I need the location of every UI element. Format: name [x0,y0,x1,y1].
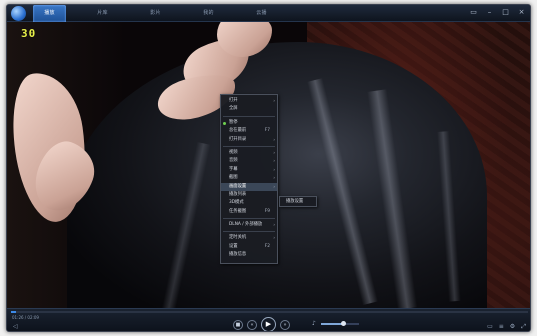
chevron-right-icon: › [273,98,275,103]
menu-item-label: 打开 [229,98,238,103]
settings-icon[interactable]: ⚙ [510,323,515,331]
menu-item-pause[interactable]: 暂停 [221,119,277,127]
menu-item-label: 全屏 [229,106,238,112]
next-button[interactable]: » [280,319,290,330]
tab-mine[interactable]: 我的 [192,5,225,22]
menu-item-label: 打开目录 [229,136,247,142]
menu-item-timed-shutdown[interactable]: 定时关机 › [221,234,277,242]
minimize-icon[interactable]: – [485,8,494,17]
right-controls: ▭ ≡ ⚙ ⤢ [487,323,526,331]
menu-shortcut: F9 [264,208,270,214]
menu-item-label: 暂停 [229,119,238,125]
menu-item-subtitle[interactable]: 字幕 › [221,166,277,174]
player-controls: 01:26 / 02:09 ◁ ■ « ▶ » ♪ ▭ ≡ ⚙ ⤢ [7,308,530,331]
menu-item-label: 画面设置 [229,183,247,189]
menu-item-label: 任务截图 [229,208,247,214]
chevron-right-icon: › [273,235,275,241]
chevron-right-icon: › [273,175,275,181]
menu-item-label: 总在最前 [229,128,247,134]
menu-separator [223,145,275,147]
collapse-icon[interactable]: ◁ [13,323,18,330]
menu-item-label: 播放列表 [229,191,247,197]
volume-slider[interactable] [321,321,359,326]
play-button[interactable]: ▶ [261,317,276,331]
chevron-right-icon: › [273,183,275,189]
menu-item-screenshot[interactable]: 截图 › [221,174,277,182]
menu-separator [223,115,275,117]
menu-item-task-screenshot[interactable]: 任务截图 F9 [221,208,277,216]
fullscreen-icon[interactable]: ⤢ [521,323,526,331]
menu-item-audio[interactable]: 音频 › [221,157,277,165]
time-display: 01:26 / 02:09 [12,315,39,320]
volume-knob[interactable] [341,321,347,326]
context-menu: 打开 › 全屏 暂停 总在最前 F7 打开目录 › 视频 › 音频 › 字幕 › 截图 › 画… [220,94,278,264]
menu-item-label: 字幕 [229,166,238,172]
menu-item-label: DLNA / 外部播放 [229,222,263,228]
tab-movies[interactable]: 影片 [139,5,172,22]
menu-item-label: 截图 [229,175,238,181]
menu-item-video[interactable]: 视频 › [221,149,277,157]
menu-separator [223,218,275,220]
volume-icon[interactable]: ♪ [312,320,316,327]
chevron-right-icon: › [273,222,275,228]
menu-item-settings[interactable]: 设置 F2 [221,243,277,251]
fps-overlay: 30 [21,27,37,40]
title-bar: 播放 片库 影片 我的 云播 ▭ – □ × [7,5,530,22]
menu-item-label: 视频 [229,149,238,155]
menu-item-label: 播放信息 [229,252,247,258]
playlist-toggle-icon[interactable]: ▭ [487,323,493,331]
menu-item-label: 定时关机 [229,235,247,241]
progress-fill [11,311,17,313]
menu-item-picture-settings[interactable]: 画面设置 › [221,182,277,191]
menu-item-play-info[interactable]: 播放信息 [221,251,277,259]
stop-button[interactable]: ■ [233,319,243,330]
progress-bar[interactable] [11,311,528,313]
menu-item-label: 设置 [229,243,238,249]
tab-play[interactable]: 播放 [33,5,66,22]
menu-shortcut: F7 [264,128,270,134]
chevron-right-icon: › [273,166,275,172]
close-icon[interactable]: × [517,8,526,17]
submenu-play-settings[interactable]: 播放设置 [279,196,317,207]
player-window: 播放 片库 影片 我的 云播 ▭ – □ × 30 打开 › 全屏 暂停 总在最… [6,4,531,332]
menu-item-dlna[interactable]: DLNA / 外部播放 › [221,221,277,229]
menu-item-open[interactable]: 打开 › [221,97,277,105]
active-dot-icon [223,121,226,125]
maximize-icon[interactable]: □ [501,8,510,17]
chevron-right-icon: › [273,158,275,164]
menu-item-label: 音频 [229,158,238,164]
chevron-right-icon: › [273,136,275,142]
menu-item-3d-mode[interactable]: 3D模式 [221,199,277,207]
window-controls: ▭ – □ × [469,8,526,17]
tab-library[interactable]: 片库 [86,5,119,22]
playback-buttons: ■ « ▶ » [233,317,290,331]
app-logo-icon[interactable] [11,6,26,21]
menu-item-fullscreen[interactable]: 全屏 [221,105,277,113]
chevron-right-icon: › [273,149,275,155]
previous-button[interactable]: « [247,319,257,330]
tab-cloud[interactable]: 云播 [245,5,278,22]
list-icon[interactable]: ≡ [499,323,504,331]
menu-item-open-folder[interactable]: 打开目录 › [221,136,277,144]
menu-shortcut: F2 [264,243,270,249]
video-frame[interactable]: 30 打开 › 全屏 暂停 总在最前 F7 打开目录 › 视频 › 音频 › 字幕 › 截图… [7,22,530,308]
main-tabs: 播放 片库 影片 我的 云播 [33,5,298,22]
menu-item-always-on-top[interactable]: 总在最前 F7 [221,127,277,135]
menu-item-label: 3D模式 [229,200,244,206]
menu-separator [223,231,275,233]
skin-menu-icon[interactable]: ▭ [469,8,478,17]
menu-item-playlist[interactable]: 播放列表 [221,191,277,199]
